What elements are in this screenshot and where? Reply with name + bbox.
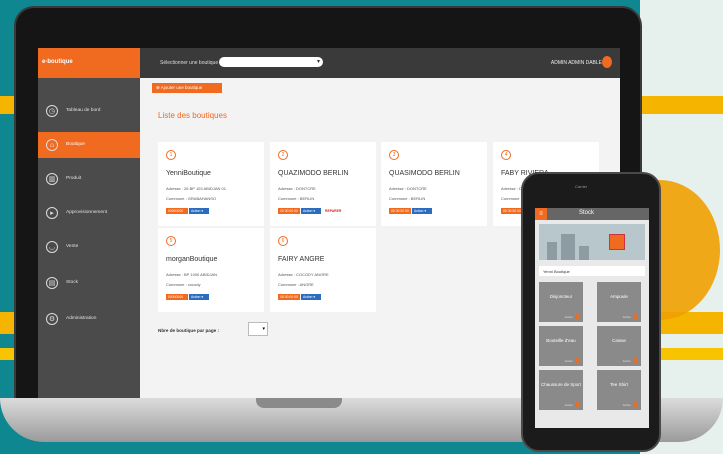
chevron-down-icon: ▾ (316, 59, 320, 65)
store-card[interactable]: 2 QUAZIMODO BERLIN Adresse : DONTCRE Com… (270, 142, 376, 226)
store-address: Adresse : DONTCRE (389, 186, 427, 191)
sidebar-item-approvisionnement[interactable]: ▸ Approvisionnement (38, 200, 140, 226)
product-tile[interactable]: Tee Shirt Action (597, 370, 641, 410)
repair-link[interactable]: REPARER (323, 208, 343, 214)
add-store-button[interactable]: ⊕ Ajouter une boutique (152, 83, 222, 93)
action-dot-icon (633, 402, 638, 407)
store-card[interactable]: 1 YenniBoutique Adresse : 26 BP 103 ABID… (158, 142, 264, 226)
product-tile[interactable]: Bouteille d'eau Action (539, 326, 583, 366)
page-title: Liste des boutiques (158, 111, 227, 120)
store-number: 1 (166, 150, 176, 160)
building-shape (579, 246, 589, 260)
chevron-down-icon: ▾ (262, 326, 265, 332)
stock-chart-icon: ▤ (46, 277, 58, 289)
store-address: Adresse : COCODY ANGRE (278, 272, 329, 277)
store-name: FAIRY ANGRE (278, 256, 325, 263)
action-button[interactable]: Action ▾ (189, 208, 209, 214)
action-button[interactable]: Action ▾ (189, 294, 209, 300)
sidebar-item-dashboard[interactable]: ◷ Tableau de bord (38, 98, 140, 124)
store-commune: Commune : ANGRE (278, 282, 314, 287)
store-number: 6 (278, 236, 288, 246)
store-name: QUASIMODO BERLIN (389, 170, 460, 177)
store-name: YenniBoutique (166, 170, 211, 177)
product-tile[interactable]: Ampoule Action (597, 282, 641, 322)
settings-icon: ⚙ (46, 313, 58, 325)
shop-icon: ⌂ (46, 139, 58, 151)
action-dot-icon (633, 358, 638, 363)
store-phone-badge: 00 00 00 00 (389, 208, 411, 214)
per-page-label: Nbre de boutique par page : (158, 328, 219, 333)
menu-icon[interactable]: ≡ (535, 208, 547, 220)
sidebar-item-administration[interactable]: ⚙ Administration (38, 306, 140, 332)
store-address: Adresse : 26 BP 103 ABIDJAN 01 (166, 186, 226, 191)
action-dot-icon (575, 314, 580, 319)
store-commune: Commune : GRABAHANSO (166, 196, 217, 201)
store-number: 3 (389, 150, 399, 160)
store-number: 2 (278, 150, 288, 160)
sidebar-item-vente[interactable]: ◡ Vente (38, 234, 140, 260)
building-shape (547, 242, 557, 260)
sidebar-item-produit[interactable]: ▥ Produit (38, 166, 140, 192)
action-dot-icon (575, 358, 580, 363)
store-phone-badge: 00000000 (166, 294, 188, 300)
stock-banner-image (539, 224, 645, 260)
store-address: Adresse : DONTCRE (278, 186, 316, 191)
sidebar: ◷ Tableau de bord ⌂ Boutique ▥ Produit ▸ App… (38, 78, 140, 410)
store-phone-badge: 00 00 00 00 (278, 208, 300, 214)
action-button[interactable]: Action ▾ (301, 294, 321, 300)
building-shape (561, 234, 575, 260)
sidebar-item-stock[interactable]: ▤ Stock (38, 270, 140, 296)
cart-icon: ◡ (46, 241, 58, 253)
store-select[interactable]: ▾ (219, 57, 323, 67)
store-name: QUAZIMODO BERLIN (278, 170, 349, 177)
store-number: 4 (501, 150, 511, 160)
action-dot-icon (633, 314, 638, 319)
store-number: 5 (166, 236, 176, 246)
avatar[interactable] (602, 56, 612, 68)
sidebar-item-boutique[interactable]: ⌂ Boutique (38, 132, 140, 158)
phone-screen: ≡ Stock Yenni Boutique Disjoncteur Action… (535, 208, 649, 428)
product-tile[interactable]: Caisse Action (597, 326, 641, 366)
store-commune: Commune : BERLIN (278, 196, 315, 201)
store-address: Adresse : BP 1000 ABIDJAN (166, 272, 218, 277)
action-button[interactable]: Action ▾ (412, 208, 432, 214)
package-icon (609, 234, 625, 250)
store-card[interactable]: 5 morganBoutique Adresse : BP 1000 ABIDJ… (158, 228, 264, 312)
truck-icon: ▸ (46, 207, 58, 219)
per-page-select[interactable]: ▾ (248, 322, 268, 336)
store-phone-badge: 00 00 00 00 (501, 208, 523, 214)
barcode-icon: ▥ (46, 173, 58, 185)
store-phone-badge: 00 00 00 00 (278, 294, 300, 300)
action-dot-icon (575, 402, 580, 407)
phone-header: ≡ Stock (535, 208, 649, 220)
section-label: Yenni Boutique (539, 266, 645, 276)
product-tile[interactable]: Chaussure de Sport Action (539, 370, 583, 410)
action-button[interactable]: Action ▾ (301, 208, 321, 214)
product-tile[interactable]: Disjoncteur Action (539, 282, 583, 322)
phone-title: Stock (579, 210, 595, 216)
store-phone-badge: 00000000 (166, 208, 188, 214)
top-bar: e-boutique Sélectionner une boutique ▾ A… (38, 48, 620, 78)
phone-frame: Carrier ≡ Stock Yenni Boutique Disjoncte… (521, 172, 661, 452)
phone-carrier: Carrier (575, 184, 588, 189)
store-commune: Commune : BERLIN (389, 196, 426, 201)
laptop-notch (256, 398, 342, 408)
store-select-label: Sélectionner une boutique (160, 60, 219, 66)
store-card[interactable]: 6 FAIRY ANGRE Adresse : COCODY ANGRE Com… (270, 228, 376, 312)
store-card[interactable]: 3 QUASIMODO BERLIN Adresse : DONTCRE Com… (381, 142, 487, 226)
dashboard-icon: ◷ (46, 105, 58, 117)
user-name[interactable]: ADMIN ADMIN DABLE (551, 60, 602, 66)
store-name: morganBoutique (166, 256, 218, 263)
store-commune: Commune : cocody (166, 282, 201, 287)
brand-logo[interactable]: e-boutique (38, 48, 140, 78)
